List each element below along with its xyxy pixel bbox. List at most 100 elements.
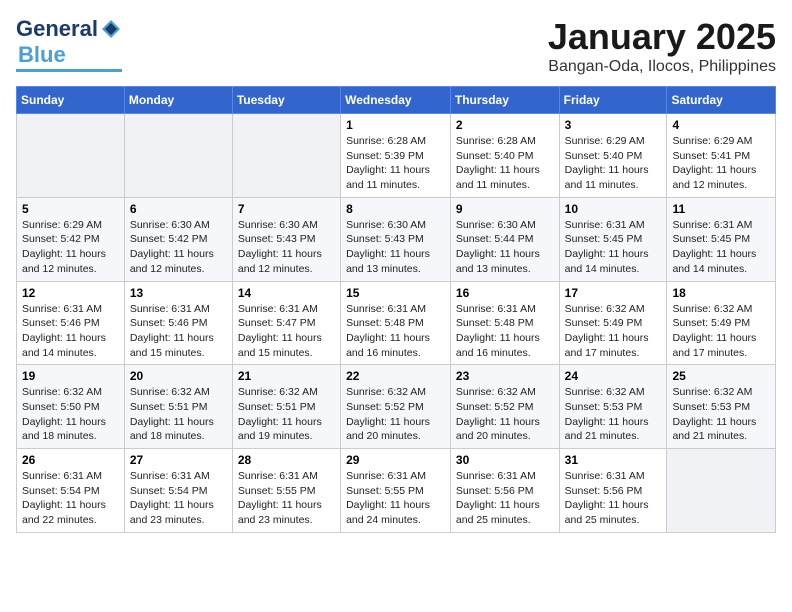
weekday-header: Wednesday <box>341 87 451 114</box>
calendar-week-row: 1 Sunrise: 6:28 AM Sunset: 5:39 PM Dayli… <box>17 114 776 198</box>
sunrise-text: Sunrise: 6:31 AM <box>565 470 645 482</box>
sunrise-text: Sunrise: 6:31 AM <box>565 219 645 231</box>
sunrise-text: Sunrise: 6:29 AM <box>22 219 102 231</box>
logo-icon <box>100 18 122 40</box>
sunrise-text: Sunrise: 6:32 AM <box>565 386 645 398</box>
daylight-text: Daylight: 11 hours and 22 minutes. <box>22 499 106 526</box>
day-info: Sunrise: 6:30 AM Sunset: 5:43 PM Dayligh… <box>238 218 335 277</box>
sunrise-text: Sunrise: 6:28 AM <box>346 135 426 147</box>
day-info: Sunrise: 6:31 AM Sunset: 5:56 PM Dayligh… <box>456 469 554 528</box>
weekday-header: Tuesday <box>232 87 340 114</box>
sunset-text: Sunset: 5:53 PM <box>672 401 750 413</box>
daylight-text: Daylight: 11 hours and 16 minutes. <box>346 332 430 359</box>
day-info: Sunrise: 6:31 AM Sunset: 5:56 PM Dayligh… <box>565 469 662 528</box>
page-header: General Blue January 2025 Bangan-Oda, Il… <box>16 16 776 76</box>
sunset-text: Sunset: 5:41 PM <box>672 150 750 162</box>
day-number: 28 <box>238 453 335 467</box>
day-number: 17 <box>565 286 662 300</box>
daylight-text: Daylight: 11 hours and 20 minutes. <box>456 416 540 443</box>
calendar-week-row: 19 Sunrise: 6:32 AM Sunset: 5:50 PM Dayl… <box>17 365 776 449</box>
day-number: 24 <box>565 369 662 383</box>
day-info: Sunrise: 6:29 AM Sunset: 5:42 PM Dayligh… <box>22 218 119 277</box>
calendar-cell: 25 Sunrise: 6:32 AM Sunset: 5:53 PM Dayl… <box>667 365 776 449</box>
day-number: 12 <box>22 286 119 300</box>
sunrise-text: Sunrise: 6:31 AM <box>238 303 318 315</box>
sunset-text: Sunset: 5:55 PM <box>238 485 316 497</box>
day-info: Sunrise: 6:31 AM Sunset: 5:46 PM Dayligh… <box>130 302 227 361</box>
calendar-cell: 8 Sunrise: 6:30 AM Sunset: 5:43 PM Dayli… <box>341 197 451 281</box>
daylight-text: Daylight: 11 hours and 12 minutes. <box>672 164 756 191</box>
daylight-text: Daylight: 11 hours and 19 minutes. <box>238 416 322 443</box>
day-number: 15 <box>346 286 445 300</box>
day-number: 21 <box>238 369 335 383</box>
daylight-text: Daylight: 11 hours and 25 minutes. <box>456 499 540 526</box>
day-info: Sunrise: 6:31 AM Sunset: 5:54 PM Dayligh… <box>130 469 227 528</box>
day-number: 26 <box>22 453 119 467</box>
weekday-header: Sunday <box>17 87 125 114</box>
day-number: 10 <box>565 202 662 216</box>
calendar-cell: 30 Sunrise: 6:31 AM Sunset: 5:56 PM Dayl… <box>450 449 559 533</box>
sunrise-text: Sunrise: 6:32 AM <box>672 386 752 398</box>
title-block: January 2025 Bangan-Oda, Ilocos, Philipp… <box>548 16 776 76</box>
weekday-header: Friday <box>559 87 667 114</box>
calendar-cell <box>17 114 125 198</box>
calendar-cell: 26 Sunrise: 6:31 AM Sunset: 5:54 PM Dayl… <box>17 449 125 533</box>
month-title: January 2025 <box>548 16 776 58</box>
calendar-cell <box>232 114 340 198</box>
day-info: Sunrise: 6:28 AM Sunset: 5:39 PM Dayligh… <box>346 134 445 193</box>
daylight-text: Daylight: 11 hours and 14 minutes. <box>565 248 649 275</box>
calendar-table: SundayMondayTuesdayWednesdayThursdayFrid… <box>16 86 776 533</box>
sunset-text: Sunset: 5:46 PM <box>130 317 208 329</box>
weekday-header: Saturday <box>667 87 776 114</box>
day-info: Sunrise: 6:28 AM Sunset: 5:40 PM Dayligh… <box>456 134 554 193</box>
sunrise-text: Sunrise: 6:31 AM <box>456 303 536 315</box>
sunset-text: Sunset: 5:56 PM <box>456 485 534 497</box>
day-info: Sunrise: 6:32 AM Sunset: 5:50 PM Dayligh… <box>22 385 119 444</box>
sunrise-text: Sunrise: 6:31 AM <box>238 470 318 482</box>
sunrise-text: Sunrise: 6:31 AM <box>672 219 752 231</box>
day-info: Sunrise: 6:32 AM Sunset: 5:49 PM Dayligh… <box>565 302 662 361</box>
day-number: 4 <box>672 118 770 132</box>
logo-general: General <box>16 16 98 42</box>
daylight-text: Daylight: 11 hours and 17 minutes. <box>672 332 756 359</box>
day-info: Sunrise: 6:31 AM Sunset: 5:48 PM Dayligh… <box>456 302 554 361</box>
day-info: Sunrise: 6:32 AM Sunset: 5:51 PM Dayligh… <box>238 385 335 444</box>
day-number: 16 <box>456 286 554 300</box>
day-number: 31 <box>565 453 662 467</box>
weekday-header: Monday <box>124 87 232 114</box>
day-info: Sunrise: 6:29 AM Sunset: 5:41 PM Dayligh… <box>672 134 770 193</box>
day-info: Sunrise: 6:32 AM Sunset: 5:49 PM Dayligh… <box>672 302 770 361</box>
daylight-text: Daylight: 11 hours and 23 minutes. <box>238 499 322 526</box>
calendar-cell: 3 Sunrise: 6:29 AM Sunset: 5:40 PM Dayli… <box>559 114 667 198</box>
calendar-cell: 17 Sunrise: 6:32 AM Sunset: 5:49 PM Dayl… <box>559 281 667 365</box>
calendar-cell: 20 Sunrise: 6:32 AM Sunset: 5:51 PM Dayl… <box>124 365 232 449</box>
sunrise-text: Sunrise: 6:28 AM <box>456 135 536 147</box>
day-number: 19 <box>22 369 119 383</box>
day-number: 11 <box>672 202 770 216</box>
sunrise-text: Sunrise: 6:31 AM <box>22 303 102 315</box>
day-number: 22 <box>346 369 445 383</box>
day-number: 3 <box>565 118 662 132</box>
sunset-text: Sunset: 5:52 PM <box>456 401 534 413</box>
daylight-text: Daylight: 11 hours and 15 minutes. <box>130 332 214 359</box>
daylight-text: Daylight: 11 hours and 11 minutes. <box>346 164 430 191</box>
day-info: Sunrise: 6:31 AM Sunset: 5:48 PM Dayligh… <box>346 302 445 361</box>
sunset-text: Sunset: 5:55 PM <box>346 485 424 497</box>
sunset-text: Sunset: 5:47 PM <box>238 317 316 329</box>
sunrise-text: Sunrise: 6:31 AM <box>130 303 210 315</box>
daylight-text: Daylight: 11 hours and 12 minutes. <box>238 248 322 275</box>
daylight-text: Daylight: 11 hours and 20 minutes. <box>346 416 430 443</box>
day-info: Sunrise: 6:31 AM Sunset: 5:45 PM Dayligh… <box>565 218 662 277</box>
daylight-text: Daylight: 11 hours and 25 minutes. <box>565 499 649 526</box>
sunset-text: Sunset: 5:54 PM <box>130 485 208 497</box>
sunrise-text: Sunrise: 6:32 AM <box>22 386 102 398</box>
daylight-text: Daylight: 11 hours and 15 minutes. <box>238 332 322 359</box>
calendar-week-row: 12 Sunrise: 6:31 AM Sunset: 5:46 PM Dayl… <box>17 281 776 365</box>
day-number: 9 <box>456 202 554 216</box>
day-info: Sunrise: 6:31 AM Sunset: 5:47 PM Dayligh… <box>238 302 335 361</box>
sunset-text: Sunset: 5:42 PM <box>22 233 100 245</box>
calendar-cell: 9 Sunrise: 6:30 AM Sunset: 5:44 PM Dayli… <box>450 197 559 281</box>
sunset-text: Sunset: 5:48 PM <box>346 317 424 329</box>
logo-underline <box>16 69 122 72</box>
calendar-cell: 24 Sunrise: 6:32 AM Sunset: 5:53 PM Dayl… <box>559 365 667 449</box>
